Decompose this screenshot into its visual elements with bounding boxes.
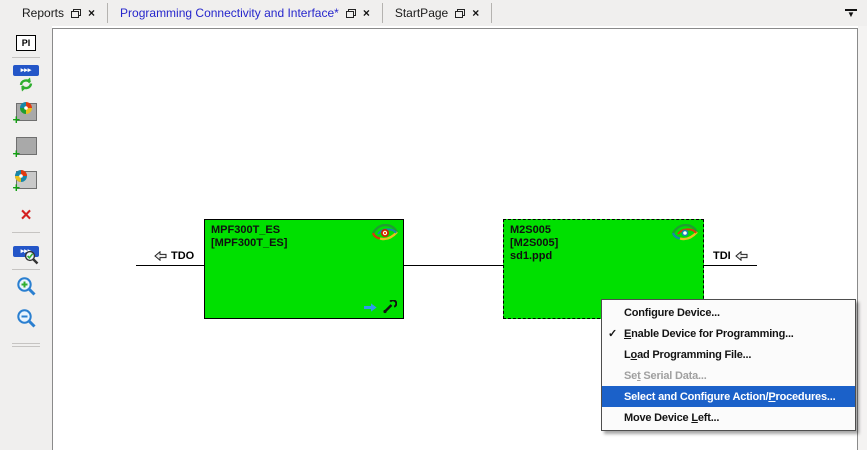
add-device-from-file-button[interactable]: + <box>9 165 43 195</box>
programming-interface-button[interactable]: PI <box>9 32 43 54</box>
close-icon[interactable]: × <box>363 8 370 18</box>
tdi-pin-label: TDI <box>713 250 748 262</box>
tab-label: StartPage <box>395 6 448 20</box>
run-chain-check-button[interactable]: ▸▸▸ <box>9 236 43 266</box>
delete-device-button[interactable]: × <box>9 203 43 229</box>
tdo-text: TDO <box>171 250 194 262</box>
refresh-icon <box>18 77 34 92</box>
jtag-wire-right <box>704 265 757 266</box>
menu-item-load-programming-file[interactable]: Load Programming File... <box>602 344 855 365</box>
zoom-in-icon <box>15 276 38 299</box>
dropdown-arrow: ▼ <box>845 12 857 18</box>
checkmark-icon: ✓ <box>608 327 624 340</box>
zoom-out-button[interactable] <box>9 305 43 333</box>
tab-programming-connectivity[interactable]: Programming Connectivity and Interface* … <box>108 1 382 25</box>
chain-arrows-icon: ▸▸▸ <box>13 65 39 76</box>
microsemi-logo-icon <box>672 224 698 241</box>
close-icon[interactable]: × <box>88 8 95 18</box>
add-device-button[interactable]: + <box>9 97 43 127</box>
zoom-out-icon <box>15 308 38 331</box>
tab-label: Programming Connectivity and Interface* <box>120 6 339 20</box>
left-arrow-icon <box>154 251 167 261</box>
tab-label: Reports <box>22 6 64 20</box>
toolbar-separator <box>12 269 40 270</box>
tab-list-dropdown-icon[interactable]: ▼ <box>845 9 857 18</box>
tab-separator <box>491 3 492 23</box>
microsemi-logo-icon <box>372 224 398 241</box>
zoom-in-button[interactable] <box>9 273 43 301</box>
pi-icon: PI <box>16 35 36 51</box>
device-chip-icon: + <box>16 137 37 155</box>
device-name: M2S005 <box>510 224 697 237</box>
device-file: sd1.ppd <box>510 250 697 263</box>
delete-icon: × <box>20 207 31 225</box>
jtag-wire-middle <box>404 265 503 266</box>
device-mpf300t-es[interactable]: MPF300T_ES [MPF300T_ES] <box>204 219 404 319</box>
menu-item-select-and-configure-action-procedures[interactable]: Select and Configure Action/Procedures..… <box>602 386 855 407</box>
plus-icon: + <box>13 148 21 160</box>
chain-canvas[interactable]: TDO TDI MPF300T_ES [MPF300T_ES] <box>52 28 858 450</box>
add-non-flashpro-device-button[interactable]: + <box>9 131 43 161</box>
device-status-icons <box>364 300 397 314</box>
toolbar-separator <box>12 57 40 58</box>
wrench-icon <box>382 300 397 314</box>
menu-item-configure-device[interactable]: Configure Device... <box>602 302 855 323</box>
right-gutter <box>858 26 867 450</box>
programming-toolbar: PI ▸▸▸ + + <box>0 26 52 450</box>
jtag-wire-left <box>136 265 204 266</box>
tab-reports[interactable]: Reports × <box>0 1 107 25</box>
left-arrow-icon <box>735 251 748 261</box>
float-window-icon[interactable] <box>71 9 81 18</box>
plus-icon: + <box>13 114 21 126</box>
plus-icon: + <box>13 182 21 194</box>
float-window-icon[interactable] <box>455 9 465 18</box>
menu-item-move-device-left[interactable]: Move Device Left... <box>602 407 855 428</box>
tab-startpage[interactable]: StartPage × <box>383 1 491 25</box>
blue-arrow-icon <box>364 303 377 312</box>
device-name: MPF300T_ES <box>211 224 397 237</box>
float-window-icon[interactable] <box>346 9 356 18</box>
toolbar-separator <box>12 232 40 233</box>
document-tabbar: Reports × Programming Connectivity and I… <box>0 0 867 26</box>
menu-item-set-serial-data: Set Serial Data... <box>602 365 855 386</box>
device-package: [M2S005] <box>510 237 697 250</box>
device-chip-icon: + <box>16 103 37 121</box>
construct-chain-button[interactable]: ▸▸▸ <box>9 61 43 95</box>
device-package: [MPF300T_ES] <box>211 237 397 250</box>
file-page-icon: + <box>16 171 37 189</box>
tdi-text: TDI <box>713 250 731 262</box>
device-context-menu: Configure Device... ✓ Enable Device for … <box>601 299 856 431</box>
verify-magnifier-icon <box>24 250 39 265</box>
menu-item-enable-device-for-programming[interactable]: ✓ Enable Device for Programming... <box>602 323 855 344</box>
toolbar-separator <box>12 343 40 344</box>
tdo-pin-label: TDO <box>154 250 194 262</box>
close-icon[interactable]: × <box>472 8 479 18</box>
toolbar-separator <box>12 346 40 347</box>
